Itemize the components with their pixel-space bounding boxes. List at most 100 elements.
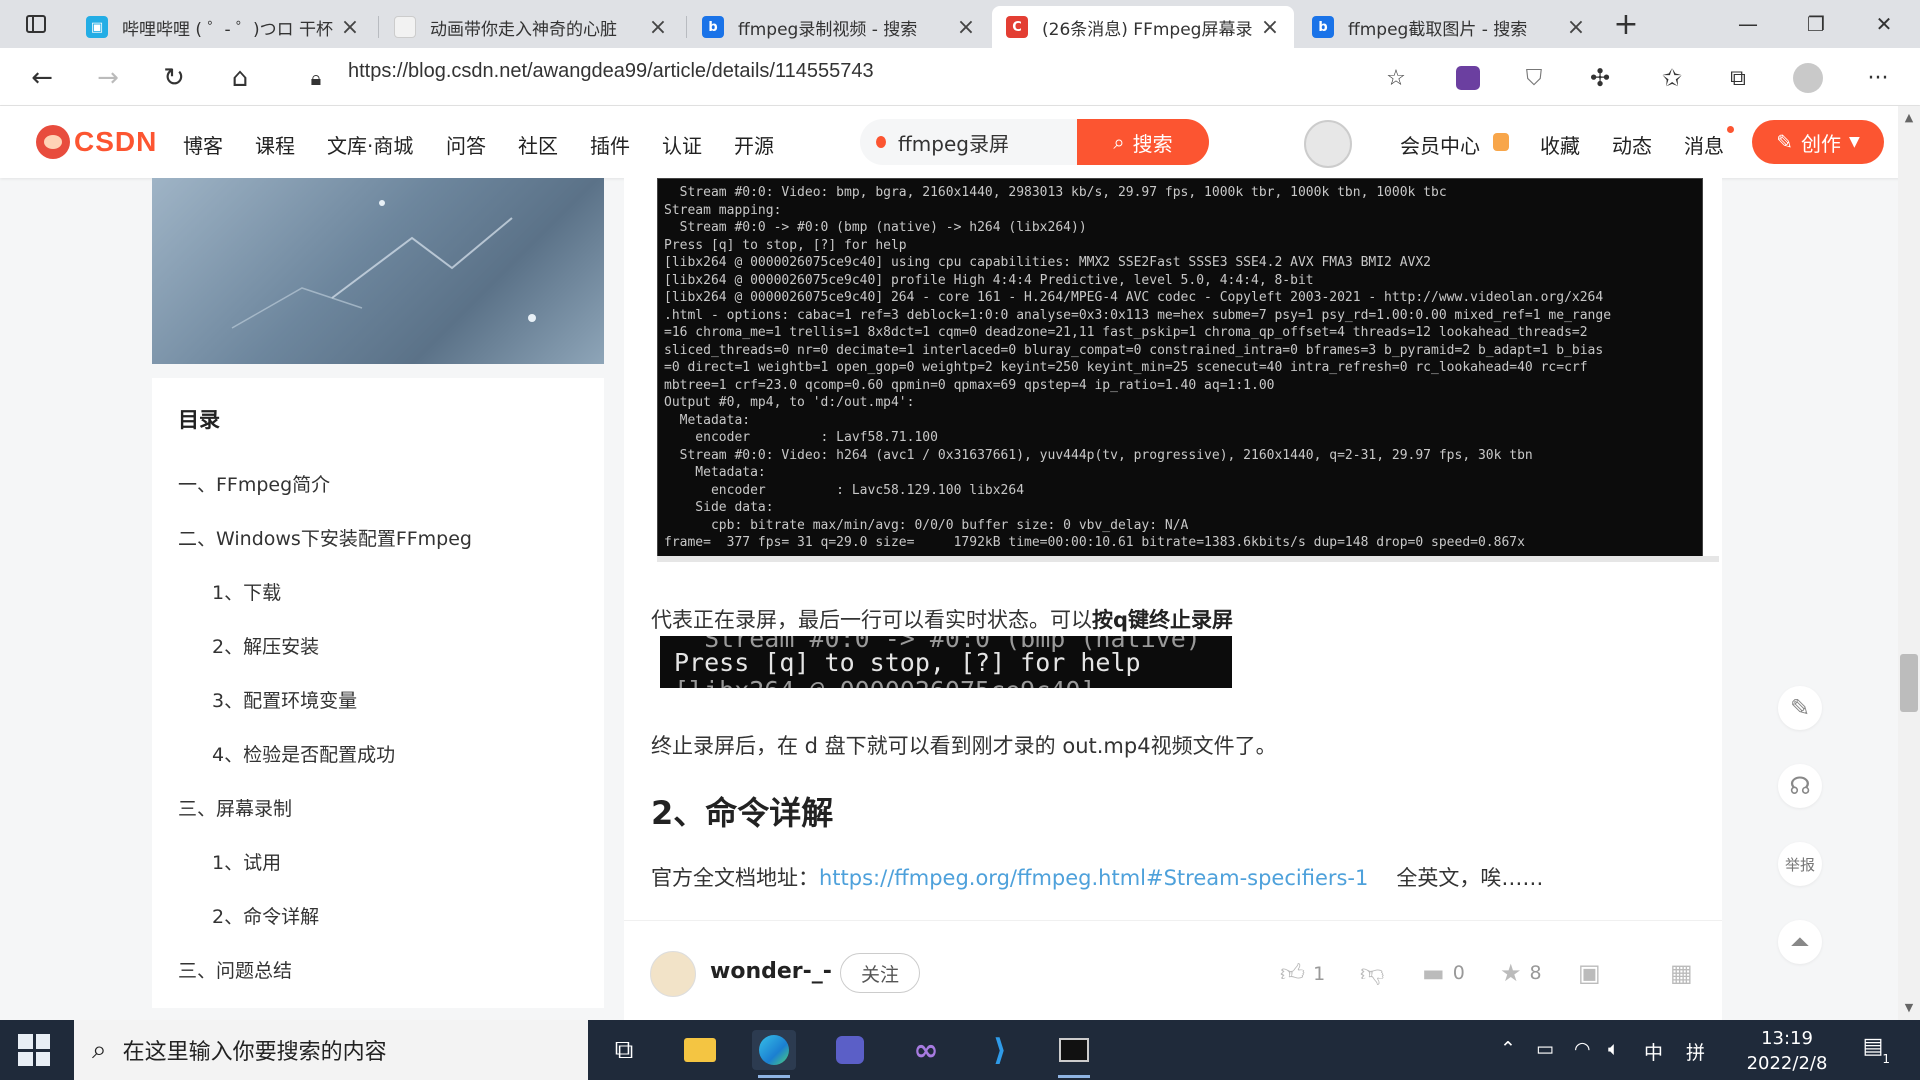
report-button[interactable]: 举报: [1778, 842, 1822, 886]
messages-link[interactable]: 消息: [1684, 130, 1724, 159]
dislike-button[interactable]: 👎︎: [1360, 959, 1384, 988]
nav-qa[interactable]: 问答: [446, 130, 486, 159]
user-avatar[interactable]: [1304, 120, 1352, 168]
collections-button[interactable]: ⧉: [1718, 58, 1758, 98]
csdn-search-input[interactable]: ffmpeg录屏: [860, 119, 1080, 165]
close-icon[interactable]: ×: [340, 15, 360, 40]
toc-item[interactable]: 一、FFmpeg简介: [178, 470, 330, 497]
shield-button[interactable]: ⛉: [1514, 58, 1554, 98]
minimize-button[interactable]: —: [1718, 0, 1778, 48]
edge-browser-button[interactable]: [752, 1030, 796, 1078]
task-view-button[interactable]: ⧉: [602, 1030, 646, 1070]
sidebar-banner-image: [152, 178, 604, 364]
clock-time: 13:19: [1761, 1028, 1813, 1049]
show-hidden-icons-button[interactable]: ⌃: [1500, 1038, 1516, 1060]
lock-icon[interactable]: 🔒︎: [296, 58, 336, 98]
favorite-count: 8: [1529, 962, 1542, 984]
like-button[interactable]: 👍︎ 1: [1280, 959, 1325, 988]
ime-mode-indicator[interactable]: 拼: [1686, 1038, 1705, 1065]
new-tab-button[interactable]: +: [1600, 0, 1652, 48]
toc-item[interactable]: 1、试用: [212, 848, 281, 875]
nav-certification[interactable]: 认证: [662, 130, 702, 159]
forward-button[interactable]: →: [88, 58, 128, 98]
close-window-button[interactable]: ✕: [1854, 0, 1914, 48]
restore-button[interactable]: ❐: [1786, 0, 1846, 48]
activity-link[interactable]: 动态: [1612, 130, 1652, 159]
tab-actions-button[interactable]: [8, 0, 64, 48]
create-button[interactable]: ✎ 创作 ▼: [1752, 120, 1884, 164]
scroll-down-arrow[interactable]: ▼: [1898, 996, 1920, 1018]
search-button[interactable]: ⌕ 搜索: [1077, 119, 1209, 165]
profile-button[interactable]: [1788, 58, 1828, 98]
network-icon[interactable]: ◠: [1574, 1038, 1591, 1060]
comment-button[interactable]: ▬ 0: [1422, 959, 1465, 987]
search-input-value: ffmpeg录屏: [898, 131, 1009, 156]
author-name[interactable]: wonder-_-: [710, 959, 832, 984]
terminal-line: frame= 377 fps= 31 q=29.0 size= 1792kB t…: [664, 535, 1525, 550]
visual-studio-button[interactable]: ∞: [904, 1030, 948, 1070]
taskbar-search-box[interactable]: ⌕ 在这里输入你要搜索的内容: [74, 1020, 588, 1080]
edit-note-button[interactable]: ✎: [1778, 686, 1822, 730]
refresh-button[interactable]: ↻: [154, 58, 194, 98]
start-button[interactable]: [18, 1034, 50, 1066]
home-button[interactable]: ⌂: [220, 58, 260, 98]
url-field[interactable]: https://blog.csdn.net/awangdea99/article…: [348, 60, 874, 83]
close-icon[interactable]: ×: [1260, 15, 1280, 40]
toc-item[interactable]: 1、下载: [212, 578, 281, 605]
favorite-button[interactable]: ★ 8: [1500, 959, 1542, 987]
close-icon[interactable]: ×: [648, 15, 668, 40]
toc-item[interactable]: 三、问题总结: [178, 956, 292, 983]
nav-opensource[interactable]: 开源: [734, 130, 774, 159]
file-explorer-button[interactable]: [678, 1030, 722, 1070]
close-icon[interactable]: ×: [1566, 15, 1586, 40]
nav-blog[interactable]: 博客: [183, 130, 223, 159]
ffmpeg-docs-link[interactable]: https://ffmpeg.org/ffmpeg.html#Stream-sp…: [819, 866, 1368, 890]
toc-item[interactable]: 4、检验是否配置成功: [212, 740, 395, 767]
vscode-button[interactable]: ⟩: [978, 1030, 1022, 1070]
share-button[interactable]: ▣: [1578, 959, 1601, 987]
teams-button[interactable]: [828, 1030, 872, 1070]
ime-language-indicator[interactable]: 中: [1644, 1038, 1663, 1065]
extensions-button[interactable]: ✣: [1580, 58, 1620, 98]
battery-icon[interactable]: ▭: [1536, 1038, 1554, 1060]
customer-service-button[interactable]: ☊: [1778, 764, 1822, 808]
volume-icon[interactable]: 🔈︎: [1608, 1038, 1619, 1060]
favorites-button[interactable]: ✩: [1652, 58, 1692, 98]
nav-library-mall[interactable]: 文库·商城: [327, 130, 413, 159]
scroll-up-arrow[interactable]: ▲: [1898, 106, 1920, 128]
extension-button[interactable]: [1448, 58, 1488, 98]
close-icon[interactable]: ×: [956, 15, 976, 40]
page-scrollbar[interactable]: [1898, 106, 1920, 1020]
more-button[interactable]: ···: [1858, 58, 1898, 98]
author-avatar[interactable]: [650, 951, 696, 997]
toc-item[interactable]: 2、命令详解: [212, 902, 319, 929]
notification-center-button[interactable]: ▤ 1: [1856, 1034, 1890, 1066]
follow-button[interactable]: 关注: [840, 953, 920, 993]
csdn-logo[interactable]: CSDN: [36, 124, 157, 160]
nav-community[interactable]: 社区: [518, 130, 558, 159]
back-button[interactable]: ←: [22, 58, 62, 98]
vip-center-link[interactable]: 会员中心: [1400, 130, 1480, 159]
scrollbar-thumb[interactable]: [1900, 654, 1918, 712]
taskbar-clock[interactable]: 13:19 2022/2/8: [1742, 1026, 1832, 1076]
tab-ffmpeg-record-search[interactable]: b ffmpeg录制视频 - 搜索 ×: [688, 6, 990, 48]
back-to-top-button[interactable]: ⏶: [1778, 920, 1822, 964]
terminal-line: [libx264 @ 0000026075ce9c40] using cpu c…: [664, 255, 1432, 270]
star-icon: ★: [1500, 959, 1522, 987]
add-favorite-button[interactable]: ☆: [1376, 58, 1416, 98]
toc-item[interactable]: 3、配置环境变量: [212, 686, 357, 713]
tab-bilibili[interactable]: ▣ 哔哩哔哩 ( ゜- ゜)つロ 干杯 ×: [72, 6, 374, 48]
favorites-link[interactable]: 收藏: [1540, 130, 1580, 159]
tab-ffmpeg-capture-search[interactable]: b ffmpeg截取图片 - 搜索 ×: [1298, 6, 1600, 48]
terminal-button[interactable]: [1052, 1030, 1096, 1078]
nav-plugins[interactable]: 插件: [590, 130, 630, 159]
tab-animation-heart[interactable]: 动画带你走入神奇的心脏 ×: [380, 6, 682, 48]
toc-item[interactable]: 二、Windows下安装配置FFmpeg: [178, 524, 472, 551]
toc-item[interactable]: 2、解压安装: [212, 632, 319, 659]
toc-item[interactable]: 三、屏幕录制: [178, 794, 292, 821]
terminal-line: Stream #0:0 -> #0:0 (bmp (native) -> h26…: [664, 220, 1087, 235]
tab-label: ffmpeg截取图片 - 搜索: [1348, 19, 1528, 40]
nav-courses[interactable]: 课程: [255, 130, 295, 159]
more-actions-button[interactable]: ▦: [1670, 959, 1693, 987]
tab-csdn-active[interactable]: C (26条消息) FFmpeg屏幕录 ×: [992, 6, 1294, 48]
